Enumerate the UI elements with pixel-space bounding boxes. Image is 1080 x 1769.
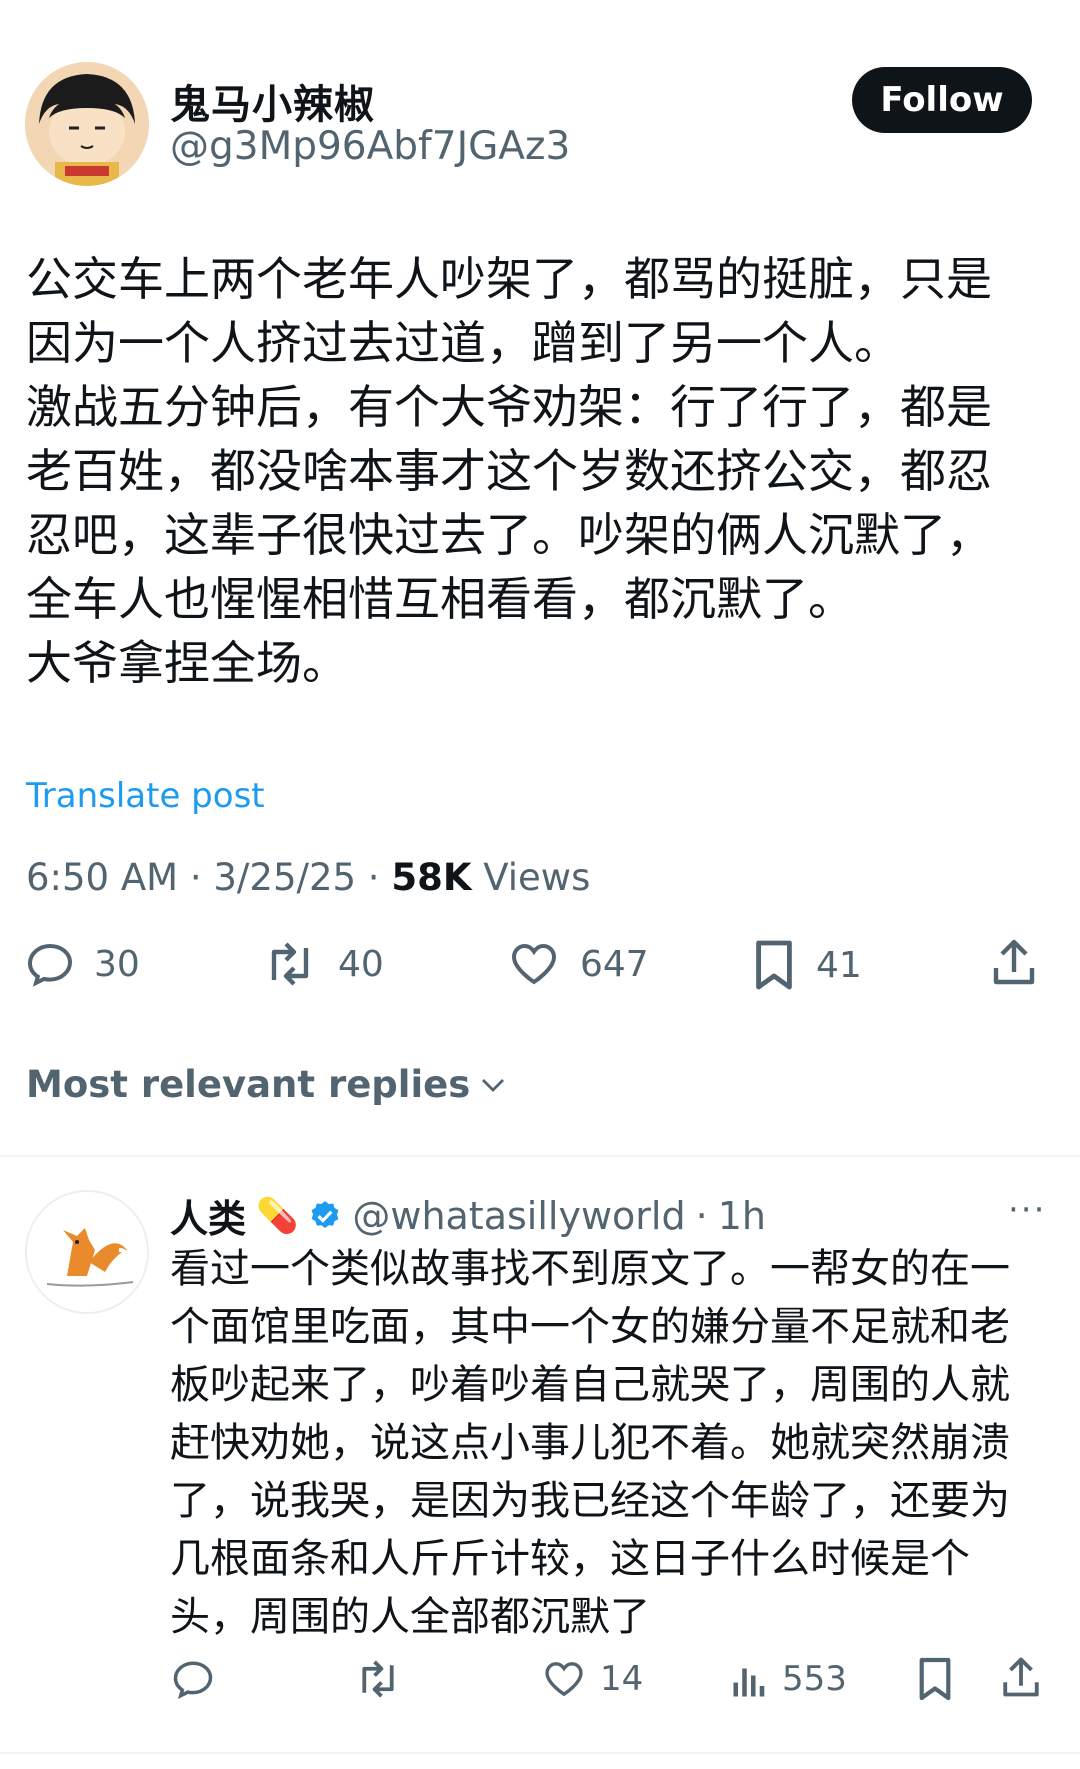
reply-share-action[interactable] xyxy=(1000,1654,1042,1700)
repost-count: 40 xyxy=(338,943,384,985)
bookmark-icon xyxy=(756,940,792,990)
pill-emoji: 💊 xyxy=(256,1195,299,1236)
replies-sort-label: Most relevant replies xyxy=(26,1063,471,1106)
reply-header: 人类 💊 @whatasillyworld · 1h xyxy=(170,1188,766,1243)
author-handle[interactable]: @g3Mp96Abf7JGAz3 xyxy=(170,124,570,169)
like-action[interactable]: 647 xyxy=(508,940,649,988)
heart-icon xyxy=(511,943,557,985)
reply-reply-action[interactable] xyxy=(172,1658,214,1700)
reply-repost-action[interactable] xyxy=(354,1658,402,1700)
bookmark-count: 41 xyxy=(816,944,862,986)
avatar-illustration xyxy=(25,62,149,186)
repost-icon xyxy=(362,1660,394,1698)
follow-button[interactable]: Follow xyxy=(852,67,1032,133)
separator-dot: · xyxy=(695,1193,708,1238)
more-options-button[interactable]: ··· xyxy=(1008,1190,1046,1230)
like-count: 647 xyxy=(580,943,649,985)
post-meta: 6:50 AM · 3/25/25 · 58K Views xyxy=(26,856,591,899)
reply-author-handle[interactable]: @whatasillyworld xyxy=(352,1194,685,1238)
repost-icon xyxy=(271,942,309,986)
reply-views-action[interactable]: 553 xyxy=(728,1658,847,1700)
replies-sort-dropdown[interactable]: Most relevant replies xyxy=(26,1063,508,1106)
reply-action[interactable]: 30 xyxy=(26,940,140,988)
share-icon xyxy=(1003,1657,1039,1697)
fox-avatar-illustration xyxy=(27,1192,147,1312)
author-avatar[interactable] xyxy=(25,62,149,186)
share-action[interactable] xyxy=(990,936,1038,988)
views-count: 58K xyxy=(391,856,472,899)
divider xyxy=(0,1155,1080,1157)
author-name[interactable]: 鬼马小辣椒 xyxy=(170,72,375,130)
post-date[interactable]: 3/25/25 xyxy=(213,856,356,899)
share-icon xyxy=(993,939,1035,985)
verified-badge-icon[interactable] xyxy=(308,1199,342,1233)
heart-icon xyxy=(545,1662,583,1697)
repost-action[interactable]: 40 xyxy=(262,940,384,988)
chevron-down-icon xyxy=(482,1078,505,1092)
translate-post-link[interactable]: Translate post xyxy=(26,776,265,816)
views-label: Views xyxy=(483,856,591,899)
bookmark-icon xyxy=(919,1657,951,1701)
reply-like-count: 14 xyxy=(600,1659,644,1699)
reply-views-count: 553 xyxy=(782,1659,847,1699)
reply-icon xyxy=(27,943,73,987)
bookmark-action[interactable]: 41 xyxy=(752,938,862,992)
reply-bookmark-action[interactable] xyxy=(916,1654,954,1704)
post-time[interactable]: 6:50 AM xyxy=(26,856,178,899)
analytics-icon xyxy=(733,1668,765,1697)
reply-icon xyxy=(173,1661,213,1699)
divider xyxy=(0,1752,1080,1754)
reply-author-avatar[interactable] xyxy=(25,1190,149,1314)
reply-count: 30 xyxy=(94,943,140,985)
reply-like-action[interactable]: 14 xyxy=(542,1658,643,1700)
reply-time[interactable]: 1h xyxy=(718,1194,766,1238)
post-text: 公交车上两个老年人吵架了，都骂的挺脏，只是 因为一个人挤过去过道，蹭到了另一个人… xyxy=(26,252,992,690)
reply-author-name[interactable]: 人类 xyxy=(170,1188,246,1243)
reply-text: 看过一个类似故事找不到原文了。一帮女的在一 个面馆里吃面，其中一个女的嫌分量不足… xyxy=(170,1246,1010,1640)
